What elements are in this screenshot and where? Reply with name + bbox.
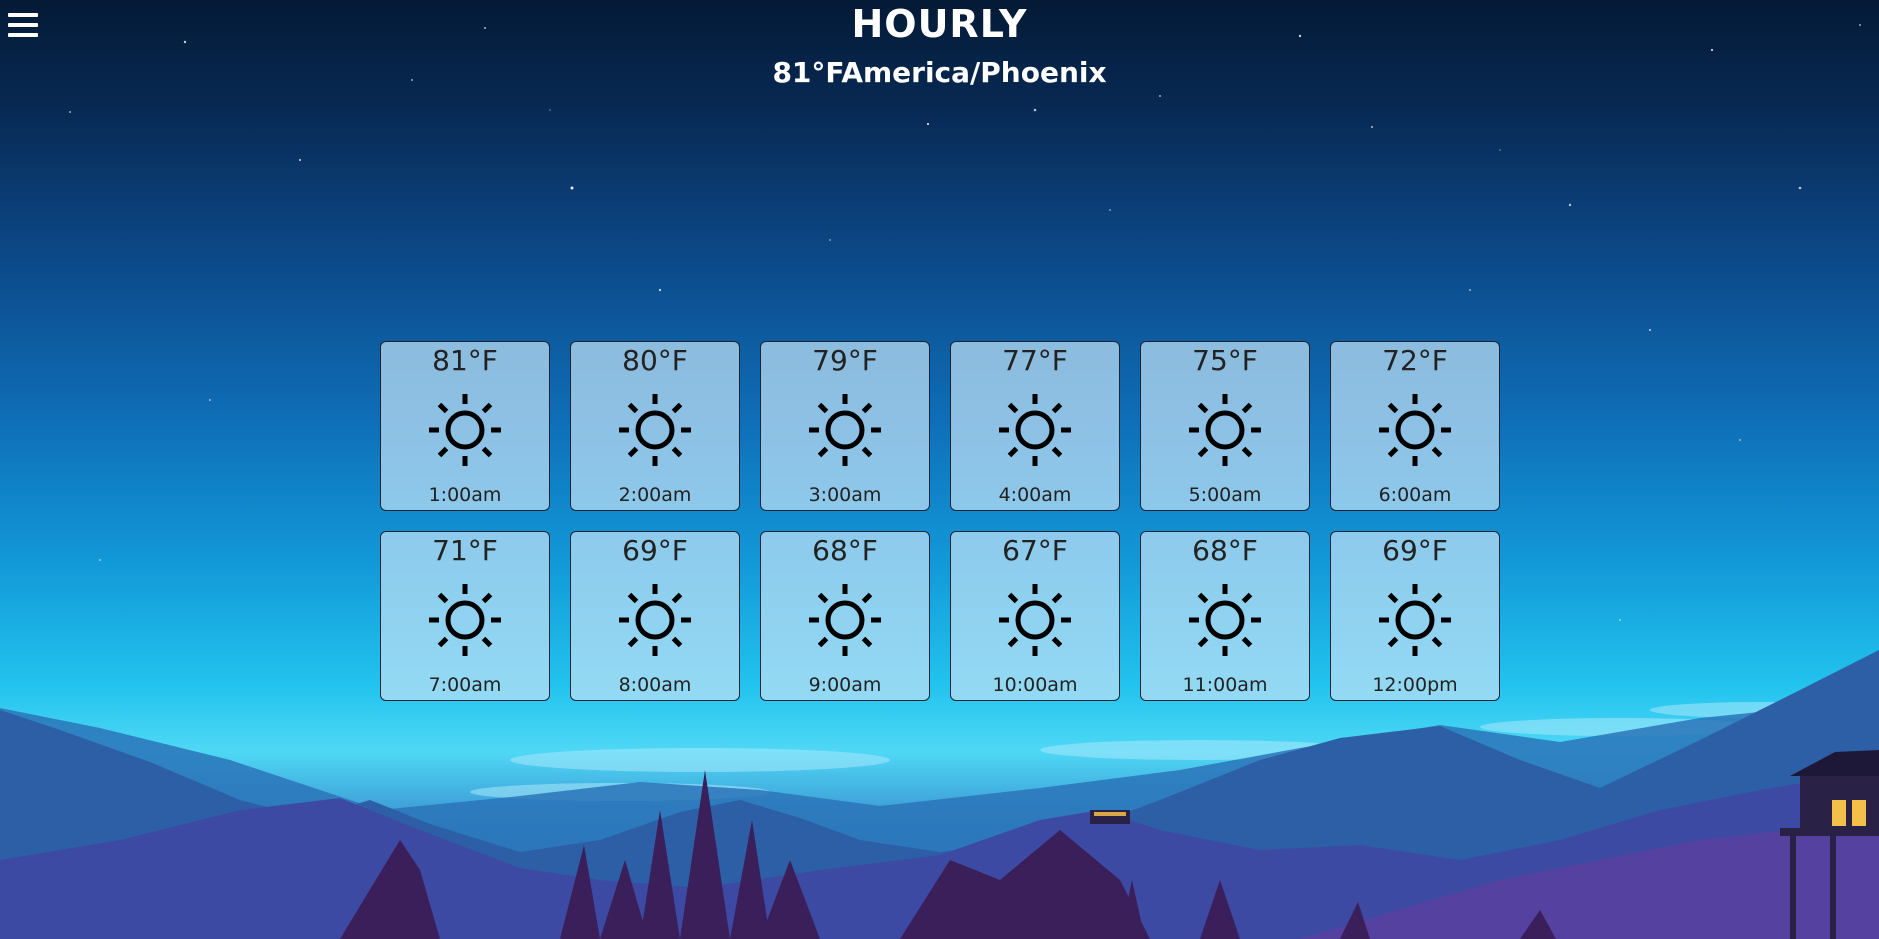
hour-temperature: 68°F bbox=[812, 534, 878, 567]
hour-temperature: 77°F bbox=[1002, 344, 1068, 377]
current-temp-location: 81°FAmerica/Phoenix bbox=[772, 56, 1107, 89]
hour-time: 10:00am bbox=[992, 674, 1078, 696]
hour-card[interactable]: 81°F 1:00am bbox=[380, 341, 550, 511]
hour-temperature: 72°F bbox=[1382, 344, 1448, 377]
hour-time: 1:00am bbox=[428, 484, 502, 506]
hour-time: 12:00pm bbox=[1372, 674, 1458, 696]
sun-icon bbox=[1187, 392, 1263, 468]
sun-icon bbox=[807, 392, 883, 468]
hour-time: 9:00am bbox=[808, 674, 882, 696]
hour-time: 4:00am bbox=[998, 484, 1072, 506]
hour-card[interactable]: 77°F 4:00am bbox=[950, 341, 1120, 511]
hour-time: 2:00am bbox=[618, 484, 692, 506]
hour-temperature: 69°F bbox=[1382, 534, 1448, 567]
hour-time: 8:00am bbox=[618, 674, 692, 696]
hour-temperature: 79°F bbox=[812, 344, 878, 377]
sun-icon bbox=[997, 392, 1073, 468]
sun-icon bbox=[617, 582, 693, 658]
hour-time: 6:00am bbox=[1378, 484, 1452, 506]
hour-temperature: 81°F bbox=[432, 344, 498, 377]
hour-card[interactable]: 75°F 5:00am bbox=[1140, 341, 1310, 511]
hour-card[interactable]: 71°F 7:00am bbox=[380, 531, 550, 701]
hour-card[interactable]: 68°F 11:00am bbox=[1140, 531, 1310, 701]
hour-temperature: 69°F bbox=[622, 534, 688, 567]
sun-icon bbox=[807, 582, 883, 658]
hour-card[interactable]: 80°F 2:00am bbox=[570, 341, 740, 511]
hour-time: 11:00am bbox=[1182, 674, 1268, 696]
hour-card[interactable]: 79°F 3:00am bbox=[760, 341, 930, 511]
sun-icon bbox=[427, 582, 503, 658]
hour-card[interactable]: 67°F 10:00am bbox=[950, 531, 1120, 701]
hour-time: 7:00am bbox=[428, 674, 502, 696]
hour-time: 5:00am bbox=[1188, 484, 1262, 506]
hour-card[interactable]: 68°F 9:00am bbox=[760, 531, 930, 701]
hour-temperature: 75°F bbox=[1192, 344, 1258, 377]
hour-temperature: 67°F bbox=[1002, 534, 1068, 567]
hour-temperature: 68°F bbox=[1192, 534, 1258, 567]
hour-card[interactable]: 69°F 8:00am bbox=[570, 531, 740, 701]
hour-temperature: 80°F bbox=[622, 344, 688, 377]
hour-time: 3:00am bbox=[808, 484, 882, 506]
hour-card[interactable]: 72°F 6:00am bbox=[1330, 341, 1500, 511]
hour-card[interactable]: 69°F 12:00pm bbox=[1330, 531, 1500, 701]
sun-icon bbox=[1377, 582, 1453, 658]
hourly-forecast-grid: 81°F 1:00am 80°F 2:00am 79°F 3:00am 77°F 4:00am… bbox=[380, 341, 1500, 701]
sun-icon bbox=[617, 392, 693, 468]
page-title: HOURLY bbox=[851, 2, 1028, 46]
hour-temperature: 71°F bbox=[432, 534, 498, 567]
sun-icon bbox=[1377, 392, 1453, 468]
sun-icon bbox=[427, 392, 503, 468]
sun-icon bbox=[1187, 582, 1263, 658]
app-screen: HOURLY 81°FAmerica/Phoenix 81°F 1:00am 80°… bbox=[0, 0, 1879, 939]
sun-icon bbox=[997, 582, 1073, 658]
